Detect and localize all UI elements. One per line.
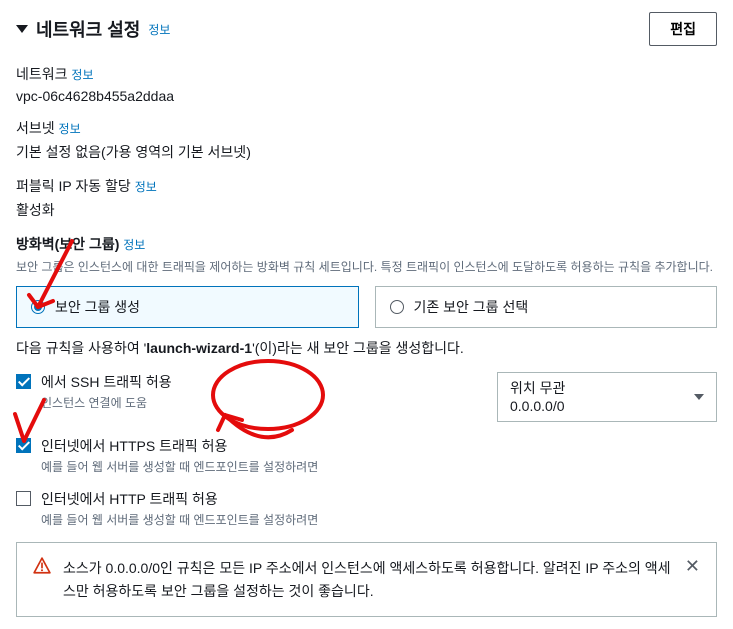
- ssh-label: 에서 SSH 트래픽 허용: [41, 372, 457, 392]
- ssh-dropdown-value: 0.0.0.0/0: [510, 397, 565, 415]
- select-sg-radio[interactable]: 기존 보안 그룹 선택: [375, 286, 718, 328]
- https-label: 인터넷에서 HTTPS 트래픽 허용: [41, 436, 717, 456]
- rule-description: 다음 규칙을 사용하여 'launch-wizard-1'(이)라는 새 보안 …: [16, 338, 717, 358]
- warning-text: 소스가 0.0.0.0/0인 규칙은 모든 IP 주소에서 인스턴스에 액세스하…: [63, 557, 673, 602]
- ssh-help: 인스턴스 연결에 도움: [41, 394, 457, 411]
- select-sg-label: 기존 보안 그룹 선택: [414, 297, 529, 317]
- collapse-toggle[interactable]: [16, 25, 28, 33]
- subnet-label: 서브넷: [16, 120, 55, 136]
- ssh-dropdown-label: 위치 무관: [510, 379, 565, 397]
- ssh-source-dropdown[interactable]: 위치 무관 0.0.0.0/0: [497, 372, 717, 422]
- create-sg-label: 보안 그룹 생성: [55, 297, 140, 317]
- firewall-label: 방화벽(보안 그룹): [16, 236, 119, 252]
- https-checkbox[interactable]: [16, 438, 31, 453]
- subnet-value: 기본 설정 없음(가용 영역의 기본 서브넷): [16, 142, 717, 162]
- create-sg-radio[interactable]: 보안 그룹 생성: [16, 286, 359, 328]
- https-help: 예를 들어 웹 서버를 생성할 때 엔드포인트를 설정하려면: [41, 458, 717, 475]
- section-title: 네트워크 설정: [36, 16, 140, 42]
- close-icon[interactable]: ✕: [685, 557, 700, 575]
- firewall-info-link[interactable]: 정보: [123, 238, 145, 252]
- subnet-info-link[interactable]: 정보: [59, 122, 81, 136]
- edit-button[interactable]: 편집: [649, 12, 717, 46]
- warning-alert: 소스가 0.0.0.0/0인 규칙은 모든 IP 주소에서 인스턴스에 액세스하…: [16, 542, 717, 617]
- http-help: 예를 들어 웹 서버를 생성할 때 엔드포인트를 설정하려면: [41, 511, 717, 528]
- ssh-checkbox[interactable]: [16, 374, 31, 389]
- radio-checked-icon: [31, 300, 45, 314]
- http-label: 인터넷에서 HTTP 트래픽 허용: [41, 489, 717, 509]
- publicip-value: 활성화: [16, 200, 717, 220]
- network-value: vpc-06c4628b455a2ddaa: [16, 88, 717, 104]
- section-info-link[interactable]: 정보: [148, 21, 170, 38]
- publicip-info-link[interactable]: 정보: [135, 180, 157, 194]
- publicip-label: 퍼블릭 IP 자동 할당: [16, 178, 131, 194]
- firewall-help: 보안 그룹은 인스턴스에 대한 트래픽을 제어하는 방화벽 규칙 세트입니다. …: [16, 258, 717, 276]
- radio-unchecked-icon: [390, 300, 404, 314]
- http-checkbox[interactable]: [16, 491, 31, 506]
- chevron-down-icon: [694, 394, 704, 400]
- network-label: 네트워크: [16, 66, 68, 82]
- network-info-link[interactable]: 정보: [71, 68, 93, 82]
- warning-icon: [33, 557, 51, 575]
